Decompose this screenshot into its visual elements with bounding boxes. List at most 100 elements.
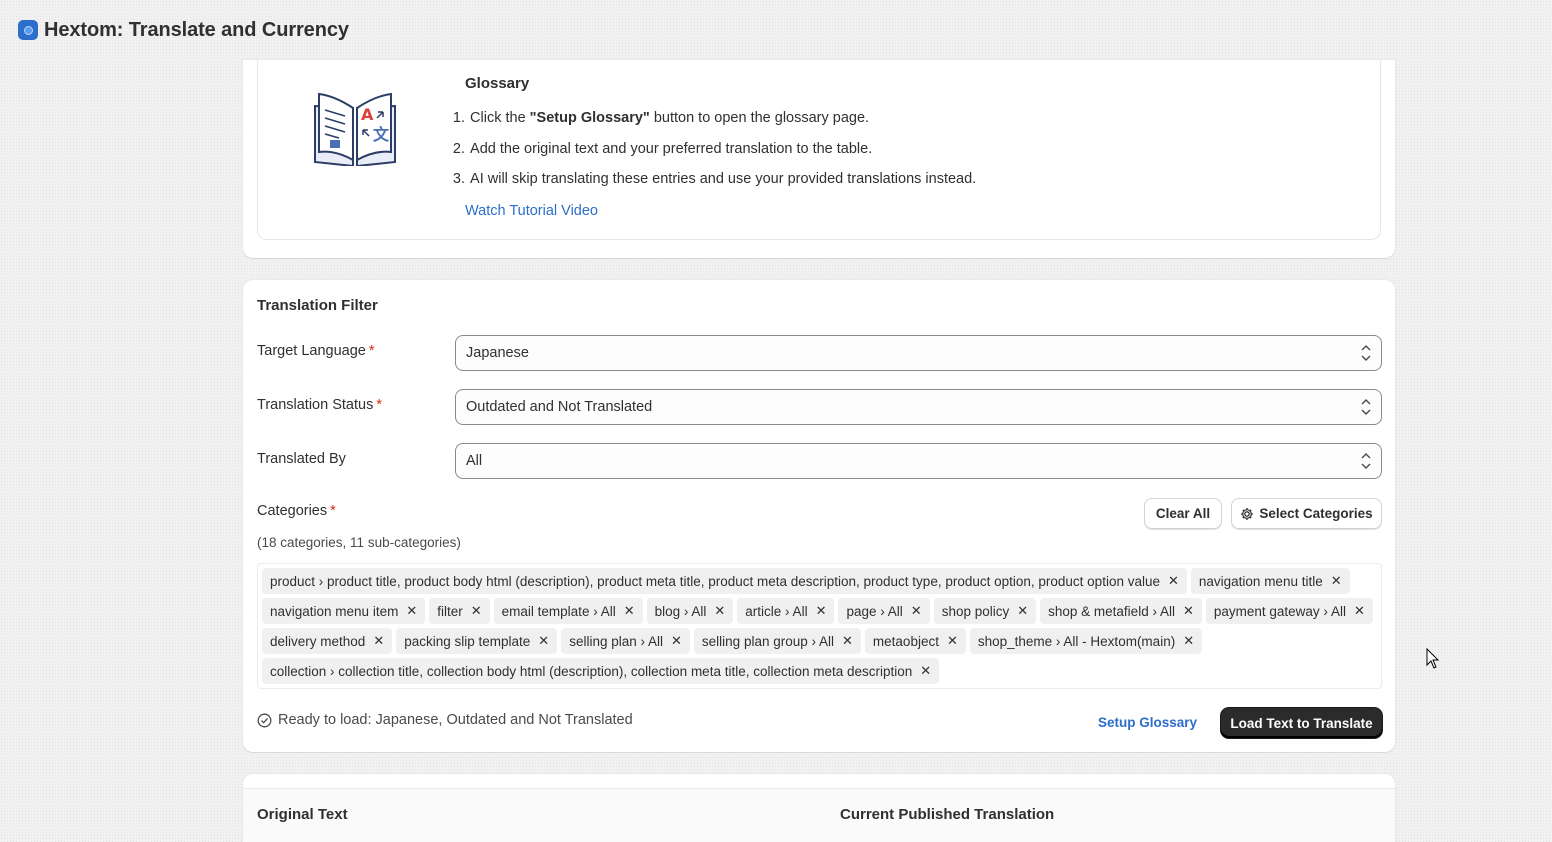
category-tag-label: navigation menu item [270,603,399,619]
required-marker: * [368,343,375,359]
load-text-button[interactable]: Load Text to Translate [1221,708,1382,738]
category-tag-label: selling plan group › All [701,633,835,649]
target-language-select[interactable]: Japanese [455,335,1382,371]
select-chevron-icon [1361,345,1371,361]
step-text: Click the [470,110,530,126]
svg-text:A: A [361,105,374,124]
category-tag-label: article › All [745,603,808,619]
category-tag: blog › All ✕ [646,598,734,624]
select-categories-button[interactable]: Select Categories [1231,498,1382,529]
glossary-panel: A 文 Glossary 1. Click the "Setup Glossar… [257,60,1381,240]
remove-tag-icon[interactable]: ✕ [1017,603,1028,619]
category-tag-label: packing slip template [404,633,531,649]
category-tag: filter ✕ [429,598,490,624]
category-tag-label: collection › collection title, collectio… [270,663,913,679]
category-tag-label: payment gateway › All [1213,603,1346,619]
category-tag-label: blog › All [654,603,707,619]
remove-tag-icon[interactable]: ✕ [406,603,417,619]
gear-icon [1241,507,1254,520]
category-tag: email template › All ✕ [493,598,643,624]
label-text: Categories [257,503,328,519]
step-text: AI will skip translating these entries a… [470,171,977,187]
category-tag-label: metaobject [872,633,939,649]
translated-by-label: Translated By [257,451,346,467]
setup-glossary-link[interactable]: Setup Glossary [1098,715,1197,730]
category-tag: collection › collection title, collectio… [262,658,940,684]
step-number: 1. [452,110,465,126]
remove-tag-icon[interactable]: ✕ [624,603,635,619]
category-tag: product › product title, product body ht… [262,568,1187,594]
remove-tag-icon[interactable]: ✕ [538,633,549,649]
ready-status: Ready to load: Japanese, Outdated and No… [257,712,633,728]
glossary-step: 3. AI will skip translating these entrie… [448,171,976,202]
required-marker: * [330,503,336,519]
category-tag-label: filter [437,603,463,619]
remove-tag-icon[interactable]: ✕ [947,633,958,649]
step-text: button to open the glossary page. [649,110,870,126]
watch-tutorial-link[interactable]: Watch Tutorial Video [465,203,598,219]
remove-tag-icon[interactable]: ✕ [1331,573,1342,589]
translation-table-card: Original Text Current Published Translat… [243,774,1395,842]
category-tag-label: delivery method [270,633,366,649]
category-tag: navigation menu title ✕ [1190,568,1350,594]
remove-tag-icon[interactable]: ✕ [1168,573,1179,589]
category-tag: payment gateway › All ✕ [1205,598,1373,624]
remove-tag-icon[interactable]: ✕ [1183,633,1194,649]
remove-tag-icon[interactable]: ✕ [1354,603,1365,619]
category-tag: selling plan › All ✕ [561,628,690,654]
app-header: Hextom: Translate and Currency [18,17,349,43]
step-number: 2. [452,140,465,157]
button-label: Select Categories [1259,506,1373,521]
category-tag-label: email template › All [501,603,616,619]
category-tag: page › All ✕ [838,598,930,624]
label-text: Translation Status [257,397,374,413]
glossary-book-icon: A 文 [314,92,396,166]
category-tag-label: product › product title, product body ht… [270,573,1160,589]
category-tag-label: shop_theme › All - Hextom(main) [977,633,1176,649]
column-current-translation: Current Published Translation [840,806,1055,823]
step-bold-text: "Setup Glossary" [529,110,650,126]
category-tag: navigation menu item ✕ [262,598,426,624]
glossary-step: 2. Add the original text and your prefer… [448,141,976,172]
app-title: Hextom: Translate and Currency [44,18,349,41]
translation-filter-card: Translation Filter Target Language * Japa… [243,280,1395,752]
category-tag: metaobject ✕ [864,628,966,654]
remove-tag-icon[interactable]: ✕ [1183,603,1194,619]
categories-summary: (18 categories, 11 sub-categories) [257,535,461,550]
filter-title: Translation Filter [257,297,378,314]
translated-by-select[interactable]: All [455,443,1382,479]
remove-tag-icon[interactable]: ✕ [373,633,384,649]
mouse-cursor-icon [1426,648,1440,669]
select-value: Outdated and Not Translated [466,399,653,415]
glossary-steps: 1. Click the "Setup Glossary" button to … [448,110,976,202]
select-chevron-icon [1361,399,1371,415]
glossary-title: Glossary [465,75,530,92]
table-header: Original Text Current Published Translat… [243,788,1395,842]
select-value: All [466,453,483,469]
remove-tag-icon[interactable]: ✕ [920,663,931,679]
category-tag-label: page › All [846,603,903,619]
label-text: Target Language [257,343,366,359]
remove-tag-icon[interactable]: ✕ [816,603,827,619]
category-tag-label: selling plan › All [569,633,664,649]
select-value: Japanese [466,345,529,361]
remove-tag-icon[interactable]: ✕ [671,633,682,649]
category-tag: shop_theme › All - Hextom(main) ✕ [969,628,1203,654]
glossary-step: 1. Click the "Setup Glossary" button to … [448,110,976,141]
target-language-label: Target Language * [257,343,375,359]
remove-tag-icon[interactable]: ✕ [471,603,482,619]
check-circle-icon [257,713,272,727]
required-marker: * [376,397,382,413]
select-chevron-icon [1361,453,1371,469]
translation-status-select[interactable]: Outdated and Not Translated [455,389,1382,425]
clear-all-button[interactable]: Clear All [1144,498,1222,529]
category-tag: packing slip template ✕ [396,628,558,654]
category-tag-label: shop & metafield › All [1048,603,1175,619]
translation-status-label: Translation Status * [257,397,382,413]
remove-tag-icon[interactable]: ✕ [714,603,725,619]
remove-tag-icon[interactable]: ✕ [911,603,922,619]
category-tag-label: navigation menu title [1198,573,1323,589]
categories-label: Categories * [257,503,336,519]
category-tag-label: shop policy [941,603,1010,619]
remove-tag-icon[interactable]: ✕ [842,633,853,649]
